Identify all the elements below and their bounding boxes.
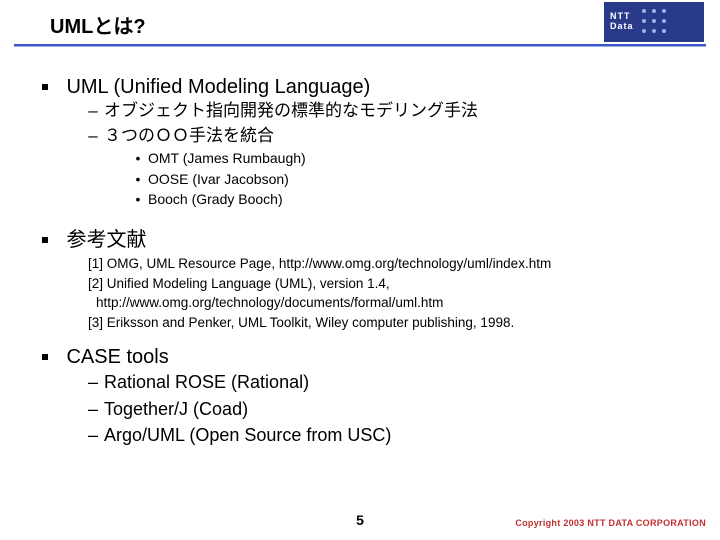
dot-icon: • <box>134 189 142 209</box>
brand-logo: NTT Data <box>604 2 704 42</box>
reference-item: [3] Eriksson and Penker, UML Toolkit, Wi… <box>88 313 690 333</box>
section-heading: 参考文献 <box>66 229 146 251</box>
list-item-text: Rational ROSE (Rational) <box>104 372 309 392</box>
bullet-icon <box>42 84 48 90</box>
dash-icon: – <box>88 369 98 395</box>
slide-title: UMLとは? <box>50 10 146 39</box>
reference-item: [2] Unified Modeling Language (UML), ver… <box>88 274 690 294</box>
list-item-text: OOSE (Ivar Jacobson) <box>148 171 289 187</box>
list-item: –Together/J (Coad) <box>42 396 690 422</box>
list-item: –３つのＯＯ手法を統合 <box>42 124 690 149</box>
dot-icon: • <box>134 169 142 189</box>
list-item: • Booch (Grady Booch) <box>42 189 690 209</box>
list-item: –Rational ROSE (Rational) <box>42 369 690 395</box>
brand-dots-icon <box>642 9 668 35</box>
dash-icon: – <box>88 99 98 124</box>
section-references: 参考文献 [1] OMG, UML Resource Page, http://… <box>42 223 690 332</box>
header-divider <box>14 44 706 47</box>
list-item-text: Together/J (Coad) <box>104 399 248 419</box>
brand-logo-line2: Data <box>610 22 634 32</box>
list-item-text: Argo/UML (Open Source from USC) <box>104 425 391 445</box>
list-item-text: OMT (James Rumbaugh) <box>148 150 306 166</box>
slide-header: UMLとは? NTT Data <box>0 0 720 44</box>
dash-icon: – <box>88 124 98 149</box>
bullet-icon <box>42 237 48 243</box>
bullet-icon <box>42 354 48 360</box>
reference-item-cont: http://www.omg.org/technology/documents/… <box>88 293 690 313</box>
list-item-text: オブジェクト指向開発の標準的なモデリング手法 <box>104 101 478 120</box>
list-item: –オブジェクト指向開発の標準的なモデリング手法 <box>42 99 690 124</box>
reference-item: [1] OMG, UML Resource Page, http://www.o… <box>88 254 690 274</box>
reference-list: [1] OMG, UML Resource Page, http://www.o… <box>42 254 690 332</box>
brand-logo-text: NTT Data <box>610 12 634 32</box>
slide-body: UML (Unified Modeling Language) –オブジェクト指… <box>42 76 690 454</box>
list-item: • OMT (James Rumbaugh) <box>42 148 690 168</box>
section-heading: UML (Unified Modeling Language) <box>66 76 370 98</box>
dot-icon: • <box>134 148 142 168</box>
list-item: • OOSE (Ivar Jacobson) <box>42 169 690 189</box>
list-item-text: ３つのＯＯ手法を統合 <box>104 126 274 145</box>
section-heading: CASE tools <box>66 346 168 368</box>
section-uml: UML (Unified Modeling Language) –オブジェクト指… <box>42 76 690 209</box>
copyright-text: Copyright 2003 NTT DATA CORPORATION <box>515 518 706 528</box>
dash-icon: – <box>88 422 98 448</box>
list-item-text: Booch (Grady Booch) <box>148 191 283 207</box>
list-item: –Argo/UML (Open Source from USC) <box>42 422 690 448</box>
dash-icon: – <box>88 396 98 422</box>
section-case-tools: CASE tools –Rational ROSE (Rational) –To… <box>42 346 690 447</box>
